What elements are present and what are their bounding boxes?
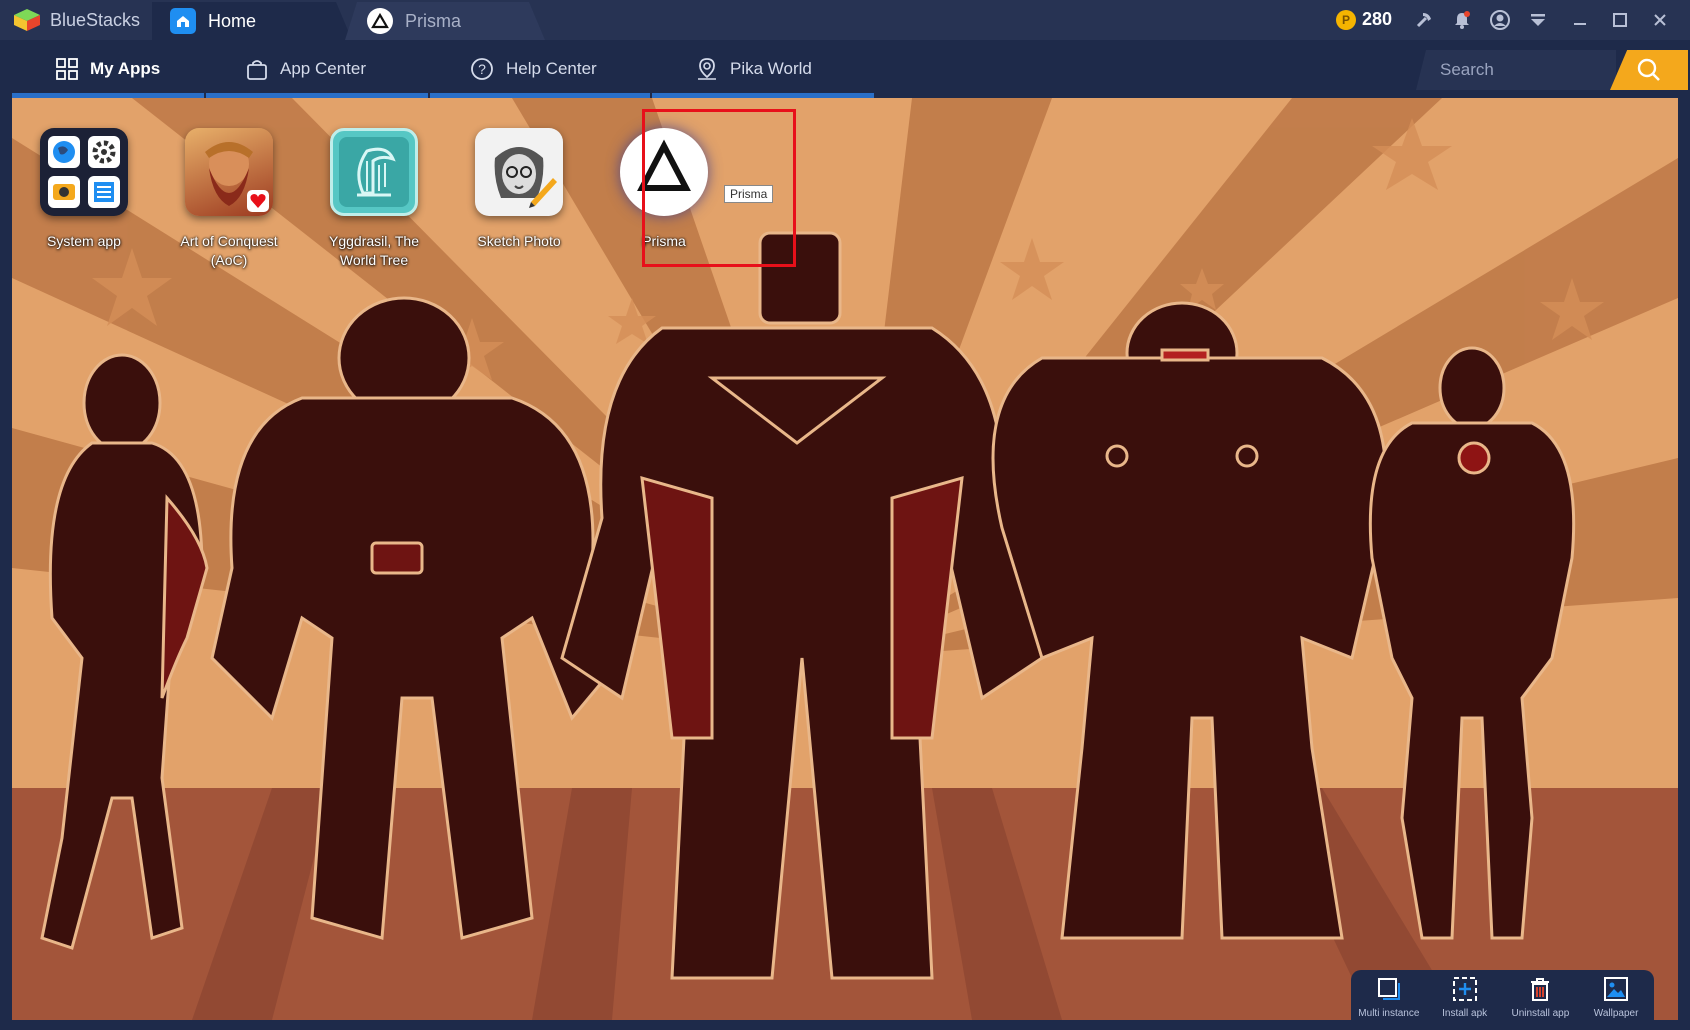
app-sketch-photo[interactable]: Sketch Photo bbox=[454, 128, 584, 251]
install-apk-icon bbox=[1452, 977, 1477, 1001]
app-label: System app bbox=[47, 233, 121, 249]
tab-help-center-label: Help Center bbox=[506, 59, 597, 78]
search-input[interactable]: Search bbox=[1416, 50, 1616, 90]
brand-name: BlueStacks bbox=[50, 9, 141, 30]
tab-pika-world[interactable]: Pika World bbox=[652, 40, 874, 98]
app-label: Art of Conquest (AoC) bbox=[180, 233, 278, 268]
brand: BlueStacks bbox=[12, 6, 140, 34]
uninstall-app-button[interactable]: Uninstall app bbox=[1504, 976, 1576, 1019]
wallpaper-button[interactable]: Wallpaper bbox=[1580, 976, 1652, 1019]
coin-count: 280 bbox=[1362, 9, 1393, 29]
tab-my-apps[interactable]: My Apps bbox=[12, 40, 204, 98]
tab-my-apps-label: My Apps bbox=[90, 59, 161, 78]
svg-text:?: ? bbox=[478, 61, 486, 77]
title-bar: BlueStacks Home Prisma P 280 bbox=[0, 0, 1690, 40]
app-yggdrasil[interactable]: Yggdrasil, The World Tree bbox=[309, 128, 439, 270]
install-apk-button[interactable]: Install apk bbox=[1429, 976, 1501, 1019]
tab-help-center[interactable]: ? Help Center bbox=[430, 40, 650, 98]
tab-home-label: Home bbox=[208, 10, 257, 31]
tab-pika-world-label: Pika World bbox=[730, 59, 812, 78]
app-label: Yggdrasil, The World Tree bbox=[328, 233, 419, 268]
app-label: Sketch Photo bbox=[477, 233, 561, 249]
map-pin-icon bbox=[698, 58, 716, 80]
home-screen: System app Art of Conquest (AoC) Yggdras… bbox=[12, 98, 1678, 1020]
grid-icon bbox=[56, 58, 78, 80]
help-icon: ? bbox=[471, 58, 493, 80]
prisma-tooltip: Prisma bbox=[724, 185, 774, 203]
tab-prisma[interactable]: Prisma bbox=[345, 2, 545, 40]
menu-icon[interactable] bbox=[1526, 8, 1550, 32]
bottom-toolbar: Multi instance Install apk Uninstall app… bbox=[1351, 970, 1654, 1027]
app-prisma[interactable]: Prisma bbox=[599, 128, 729, 251]
home-icon bbox=[170, 8, 196, 34]
dock-label: Wallpaper bbox=[1593, 1008, 1639, 1019]
app-system-app[interactable]: System app bbox=[19, 128, 149, 251]
bluestacks-logo-icon bbox=[14, 9, 40, 31]
app-label: Prisma bbox=[642, 233, 686, 249]
coin-balance[interactable]: P 280 bbox=[1336, 9, 1392, 30]
coin-icon: P bbox=[1336, 9, 1356, 30]
pickaxe-icon[interactable] bbox=[1412, 8, 1436, 32]
uninstall-app-icon bbox=[1531, 978, 1550, 1001]
dock-label: Uninstall app bbox=[1511, 1008, 1570, 1019]
tab-home[interactable]: Home bbox=[152, 2, 352, 40]
dock-label: Multi instance bbox=[1358, 1008, 1420, 1019]
tab-app-center[interactable]: App Center bbox=[206, 40, 428, 98]
tab-app-center-label: App Center bbox=[280, 59, 366, 78]
yggdrasil-icon bbox=[330, 128, 418, 216]
right-border bbox=[1678, 40, 1690, 1030]
bag-icon bbox=[247, 60, 267, 80]
app-art-of-conquest[interactable]: Art of Conquest (AoC) bbox=[164, 128, 294, 270]
close-icon[interactable] bbox=[1648, 8, 1672, 32]
art-of-conquest-icon bbox=[185, 128, 273, 216]
left-border bbox=[0, 40, 12, 1030]
maximize-icon[interactable] bbox=[1608, 8, 1632, 32]
account-icon[interactable] bbox=[1488, 8, 1512, 32]
sketch-photo-icon bbox=[475, 128, 563, 216]
tab-prisma-label: Prisma bbox=[405, 10, 462, 31]
prisma-app-icon bbox=[620, 128, 708, 216]
multi-instance-button[interactable]: Multi instance bbox=[1353, 976, 1425, 1019]
system-app-icon bbox=[40, 128, 128, 216]
wallpaper-icon bbox=[1604, 977, 1629, 1001]
search-icon bbox=[1637, 58, 1660, 81]
bell-icon[interactable] bbox=[1450, 8, 1474, 32]
multi-instance-icon bbox=[1377, 978, 1400, 1000]
search-placeholder: Search bbox=[1440, 60, 1494, 79]
nav-bar: My Apps App Center ? Help Center Pika Wo… bbox=[12, 40, 1688, 98]
dock-label: Install apk bbox=[1442, 1008, 1488, 1019]
minimize-icon[interactable] bbox=[1568, 8, 1592, 32]
prisma-icon bbox=[367, 8, 393, 34]
search-button[interactable] bbox=[1610, 50, 1688, 90]
